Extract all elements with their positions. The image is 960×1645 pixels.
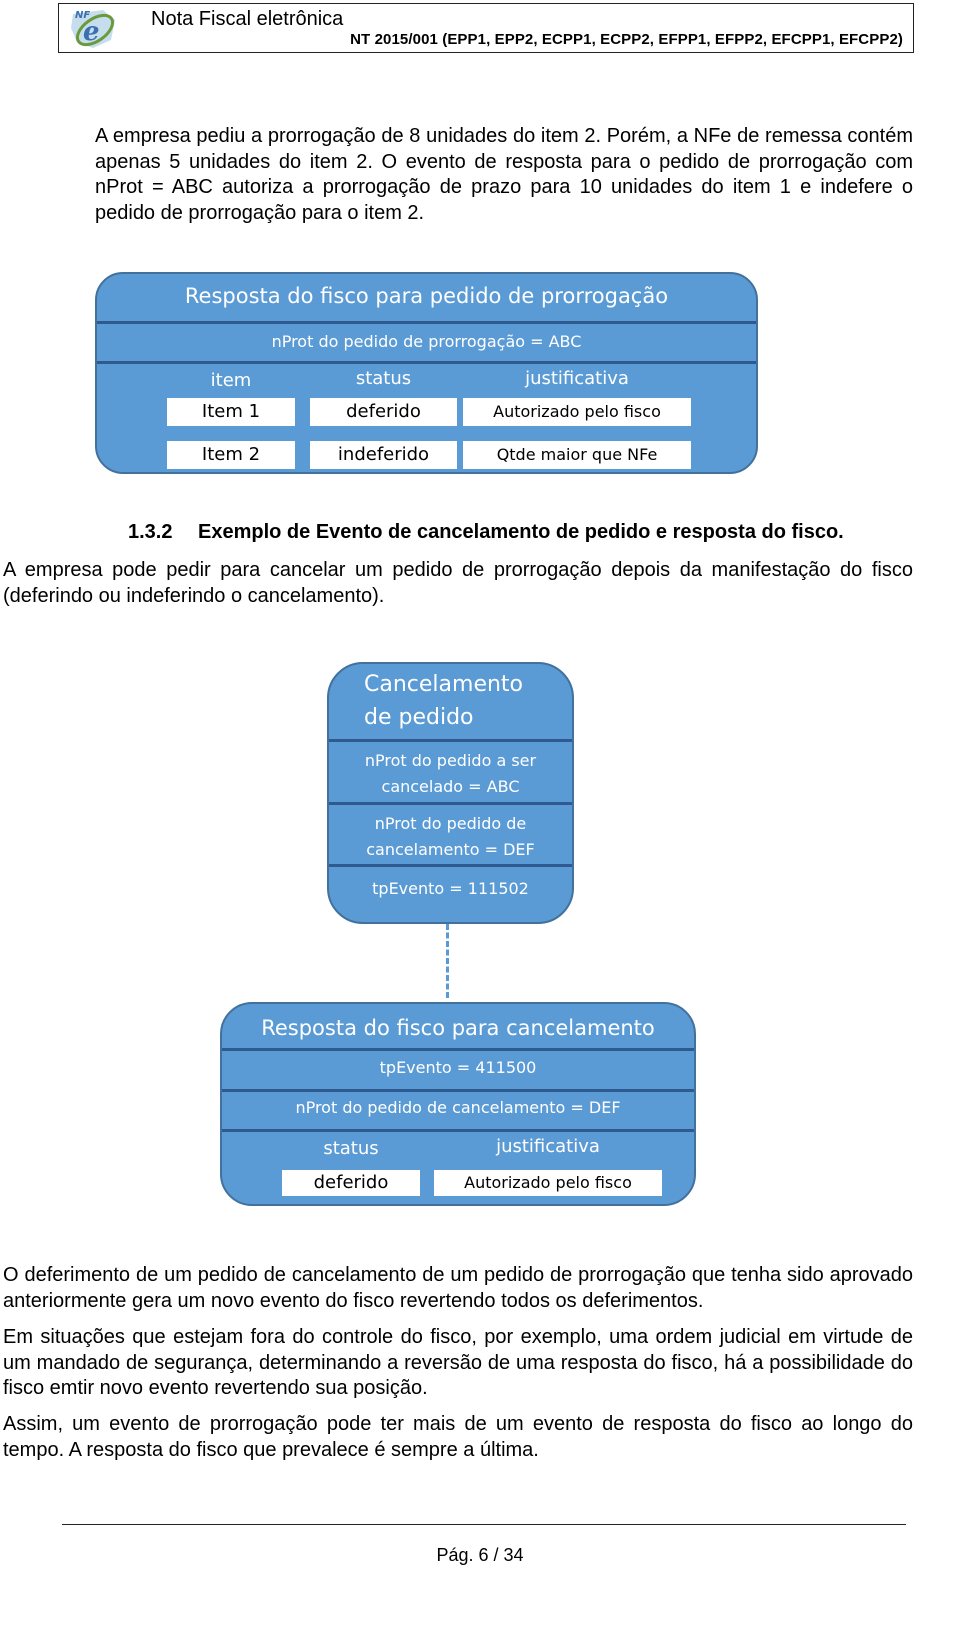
row1-justificativa: Autorizado pelo fisco <box>463 398 691 426</box>
row1-status: deferido <box>310 398 457 426</box>
column-header-justificativa: justificativa <box>496 1136 600 1157</box>
header-title: Nota Fiscal eletrônica <box>151 8 344 30</box>
diagram2-nprot-request: nProt do pedido de cancelamento = DEF <box>329 811 572 863</box>
section-heading: 1.3.2 Exemplo de Evento de cancelamento d… <box>128 521 844 544</box>
diagram2-title-line2: de pedido <box>364 705 474 730</box>
diagram3-nprot: nProt do pedido de cancelamento = DEF <box>295 1098 621 1117</box>
diagram3-title: Resposta do fisco para cancelamento <box>261 1016 655 1040</box>
divider <box>222 1048 694 1051</box>
diagram2-title: Cancelamento de pedido <box>364 668 523 734</box>
cancelamento-pedido-diagram: Cancelamento de pedido nProt do pedido a… <box>327 662 574 924</box>
section-title: Exemplo de Evento de cancelamento de ped… <box>198 521 844 543</box>
svg-text:e: e <box>83 17 100 47</box>
nfe-logo-icon: e NF <box>71 10 115 48</box>
row2-status: indeferido <box>310 441 457 469</box>
nprot-cancel-line2: cancelado = ABC <box>381 777 520 796</box>
diagram2-tpevento: tpEvento = 111502 <box>372 879 529 898</box>
divider <box>97 361 756 364</box>
svg-text:NF: NF <box>75 10 90 21</box>
divider <box>329 739 572 742</box>
column-header-status: status <box>323 1138 379 1159</box>
divider <box>329 802 572 805</box>
diagram1-title: Resposta do fisco para pedido de prorrog… <box>184 284 669 308</box>
closing-paragraph-2: Em situações que estejam fora do control… <box>3 1326 913 1399</box>
nprot-request-line1: nProt do pedido de <box>374 814 527 833</box>
row1-item: Item 1 <box>167 398 295 426</box>
connector-dashed-line <box>446 924 449 998</box>
header-subtitle: NT 2015/001 (EPP1, EPP2, ECPP1, ECPP2, E… <box>350 31 903 48</box>
diagram3-tpevento: tpEvento = 411500 <box>379 1058 537 1077</box>
footer-divider <box>62 1524 906 1525</box>
page-number: Pág. 6 / 34 <box>436 1545 524 1565</box>
nprot-cancel-line1: nProt do pedido a ser <box>364 751 537 770</box>
diagram2-title-line1: Cancelamento <box>364 672 524 697</box>
row2-item: Item 2 <box>167 441 295 469</box>
divider <box>222 1129 694 1132</box>
row2-justificativa: Qtde maior que NFe <box>463 441 691 469</box>
prorrogacao-response-diagram: Resposta do fisco para pedido de prorrog… <box>95 272 758 474</box>
column-header-justificativa: justificativa <box>525 368 629 389</box>
diagram1-nprot: nProt do pedido de prorrogação = ABC <box>271 332 582 351</box>
column-header-status: status <box>355 368 412 389</box>
cancelamento-response-diagram: Resposta do fisco para cancelamento tpEv… <box>220 1002 696 1206</box>
page-header: e NF Nota Fiscal eletrônica NT 2015/001 … <box>58 3 914 53</box>
diagram2-nprot-cancel: nProt do pedido a ser cancelado = ABC <box>329 748 572 800</box>
column-header-item: item <box>210 370 252 391</box>
intro-paragraph: A empresa pediu a prorrogação de 8 unida… <box>95 125 913 224</box>
divider <box>222 1089 694 1092</box>
divider <box>329 864 572 867</box>
closing-paragraph-1: O deferimento de um pedido de cancelamen… <box>3 1264 913 1312</box>
section-number: 1.3.2 <box>128 521 173 543</box>
row-justificativa: Autorizado pelo fisco <box>434 1170 662 1196</box>
section-paragraph: A empresa pode pedir para cancelar um pe… <box>3 559 913 607</box>
nprot-request-line2: cancelamento = DEF <box>366 840 535 859</box>
divider <box>97 321 756 324</box>
closing-paragraph-3: Assim, um evento de prorrogação pode ter… <box>3 1413 913 1461</box>
row-status: deferido <box>282 1170 420 1196</box>
